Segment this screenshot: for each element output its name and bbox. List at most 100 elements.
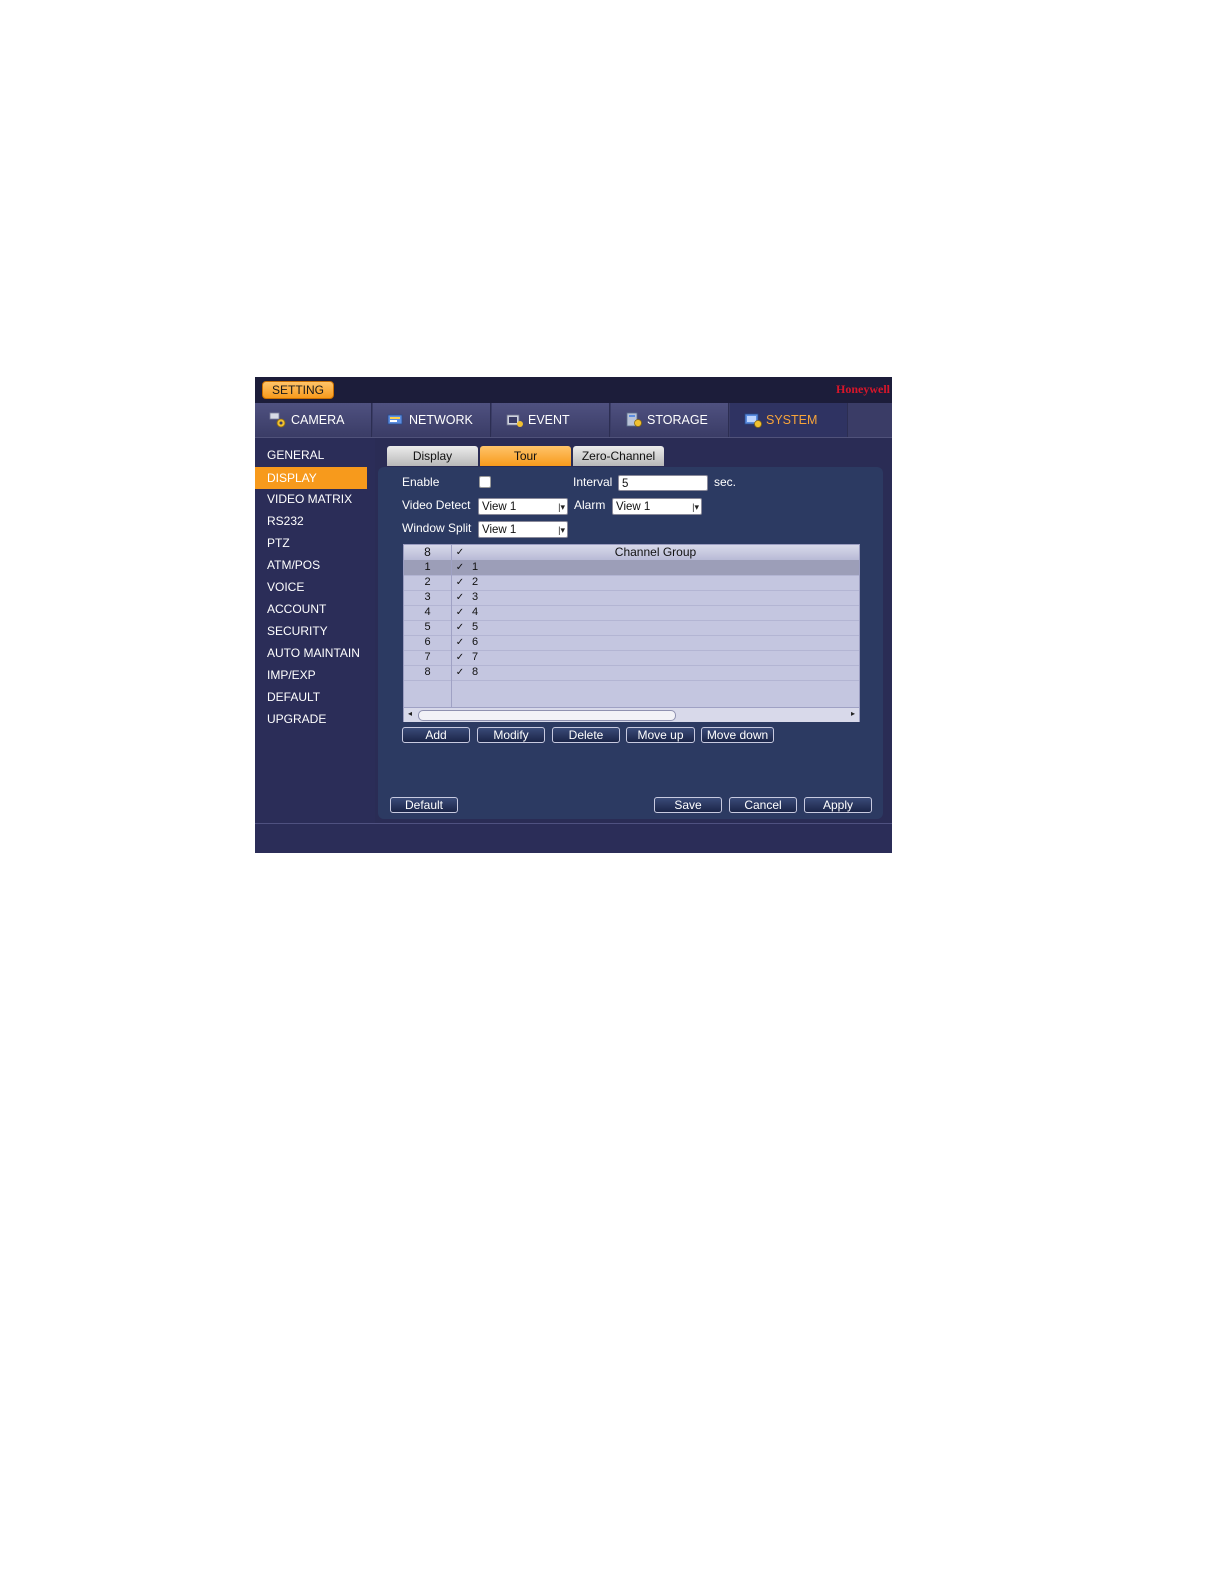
- sidebar-item-atm-pos[interactable]: ATM/POS: [255, 554, 367, 576]
- tab-network[interactable]: NETWORK: [373, 403, 491, 437]
- tab-event[interactable]: EVENT: [492, 403, 610, 437]
- row-checkbox[interactable]: ✓: [453, 650, 467, 665]
- row-channel-group: 3: [472, 591, 479, 603]
- subtab-tour[interactable]: Tour: [480, 446, 571, 466]
- chevron-down-icon: |▾: [558, 502, 565, 512]
- add-button[interactable]: Add: [402, 727, 470, 743]
- scroll-right-icon[interactable]: ▸: [851, 709, 855, 718]
- row-number: 8: [424, 666, 431, 678]
- main-tabs: CAMERA NETWORK EVENT STORAGE SYSTEM: [255, 403, 892, 438]
- video-detect-label: Video Detect: [402, 498, 471, 512]
- tab-label: STORAGE: [647, 413, 708, 427]
- row-number: 6: [424, 636, 431, 648]
- table-row[interactable]: 6 ✓ 6: [404, 635, 859, 651]
- row-number: 4: [424, 606, 431, 618]
- table-row[interactable]: 2 ✓ 2: [404, 575, 859, 591]
- interval-input[interactable]: 5: [618, 475, 708, 491]
- row-channel-group: 8: [472, 666, 479, 678]
- sidebar-item-general[interactable]: GENERAL: [255, 444, 367, 466]
- brand-logo: Honeywell: [836, 382, 890, 396]
- tab-system[interactable]: SYSTEM: [730, 403, 848, 437]
- row-channel-group: 7: [472, 651, 479, 663]
- table-row[interactable]: 8 ✓ 8: [404, 665, 859, 681]
- tab-label: CAMERA: [291, 413, 345, 427]
- scroll-left-icon[interactable]: ◂: [408, 709, 412, 718]
- sidebar-item-account[interactable]: ACCOUNT: [255, 598, 367, 620]
- modify-button[interactable]: Modify: [477, 727, 545, 743]
- window-split-value: View 1: [482, 524, 517, 536]
- row-checkbox[interactable]: ✓: [453, 575, 467, 590]
- sidebar-item-imp-exp[interactable]: IMP/EXP: [255, 664, 367, 686]
- window-split-select[interactable]: View 1 |▾: [478, 521, 568, 538]
- apply-button[interactable]: Apply: [804, 797, 872, 813]
- enable-label: Enable: [402, 475, 440, 489]
- cancel-button[interactable]: Cancel: [729, 797, 797, 813]
- move-down-button[interactable]: Move down: [701, 727, 774, 743]
- row-checkbox[interactable]: ✓: [453, 590, 467, 605]
- sidebar: GENERAL DISPLAY VIDEO MATRIX RS232 PTZ A…: [255, 438, 375, 823]
- subtab-zero-channel[interactable]: Zero-Channel: [573, 446, 664, 466]
- row-checkbox[interactable]: ✓: [453, 665, 467, 680]
- window-split-label: Window Split: [402, 521, 472, 535]
- subtab-display[interactable]: Display: [387, 446, 478, 466]
- tab-label: SYSTEM: [766, 413, 818, 427]
- sidebar-item-auto-maintain[interactable]: AUTO MAINTAIN: [255, 642, 367, 664]
- table-header: 8 ✓ Channel Group: [404, 545, 859, 561]
- sidebar-item-rs232[interactable]: RS232: [255, 510, 367, 532]
- move-up-button[interactable]: Move up: [626, 727, 695, 743]
- table-row[interactable]: 7 ✓ 7: [404, 650, 859, 666]
- table-row[interactable]: 3 ✓ 3: [404, 590, 859, 606]
- network-icon: [387, 412, 405, 428]
- event-icon: [506, 412, 524, 428]
- horizontal-scrollbar[interactable]: ◂ ▸: [404, 707, 859, 722]
- row-channel-group: 4: [472, 606, 479, 618]
- chevron-down-icon: |▾: [558, 525, 565, 535]
- row-channel-group: 1: [472, 561, 479, 573]
- row-number: 5: [424, 621, 431, 633]
- header-channel-group: Channel Group: [614, 545, 697, 559]
- sidebar-item-ptz[interactable]: PTZ: [255, 532, 367, 554]
- sidebar-item-security[interactable]: SECURITY: [255, 620, 367, 642]
- video-detect-value: View 1: [482, 501, 517, 513]
- row-channel-group: 2: [472, 576, 479, 588]
- camera-gear-icon: [269, 412, 287, 428]
- status-bar: [255, 823, 892, 853]
- row-number: 3: [424, 591, 431, 603]
- default-button[interactable]: Default: [390, 797, 458, 813]
- setting-button[interactable]: SETTING: [262, 381, 334, 399]
- video-detect-select[interactable]: View 1 |▾: [478, 498, 568, 515]
- table-row[interactable]: 4 ✓ 4: [404, 605, 859, 621]
- tour-table: 8 ✓ Channel Group 1 ✓ 1 2 ✓ 2 3 ✓ 3 4 ✓ …: [403, 544, 860, 722]
- interval-unit: sec.: [714, 475, 737, 489]
- chevron-down-icon: |▾: [692, 502, 699, 512]
- alarm-label: Alarm: [574, 498, 606, 512]
- row-channel-group: 5: [472, 621, 479, 633]
- delete-button[interactable]: Delete: [552, 727, 620, 743]
- sidebar-item-voice[interactable]: VOICE: [255, 576, 367, 598]
- alarm-value: View 1: [616, 501, 651, 513]
- save-button[interactable]: Save: [654, 797, 722, 813]
- tab-camera[interactable]: CAMERA: [255, 403, 372, 437]
- row-channel-group: 6: [472, 636, 479, 648]
- sidebar-item-video-matrix[interactable]: VIDEO MATRIX: [255, 488, 367, 510]
- header-count: 8: [424, 545, 431, 559]
- column-divider: [451, 545, 452, 707]
- table-row[interactable]: 1 ✓ 1: [404, 560, 859, 576]
- scrollbar-thumb[interactable]: [418, 710, 676, 721]
- alarm-select[interactable]: View 1 |▾: [612, 498, 702, 515]
- row-checkbox[interactable]: ✓: [453, 635, 467, 650]
- row-checkbox[interactable]: ✓: [453, 560, 467, 575]
- row-checkbox[interactable]: ✓: [453, 605, 467, 620]
- sidebar-item-display[interactable]: DISPLAY: [255, 467, 367, 489]
- tab-storage[interactable]: STORAGE: [611, 403, 729, 437]
- sidebar-item-default[interactable]: DEFAULT: [255, 686, 367, 708]
- dvr-window: SETTING Honeywell CAMERA NETWORK EVENT S…: [255, 377, 892, 853]
- interval-label: Interval: [573, 475, 613, 489]
- row-checkbox[interactable]: ✓: [453, 620, 467, 635]
- table-row[interactable]: 5 ✓ 5: [404, 620, 859, 636]
- row-number: 7: [424, 651, 431, 663]
- system-icon: [744, 412, 762, 428]
- sidebar-item-upgrade[interactable]: UPGRADE: [255, 708, 367, 730]
- tab-label: NETWORK: [409, 413, 473, 427]
- enable-checkbox[interactable]: [479, 476, 491, 488]
